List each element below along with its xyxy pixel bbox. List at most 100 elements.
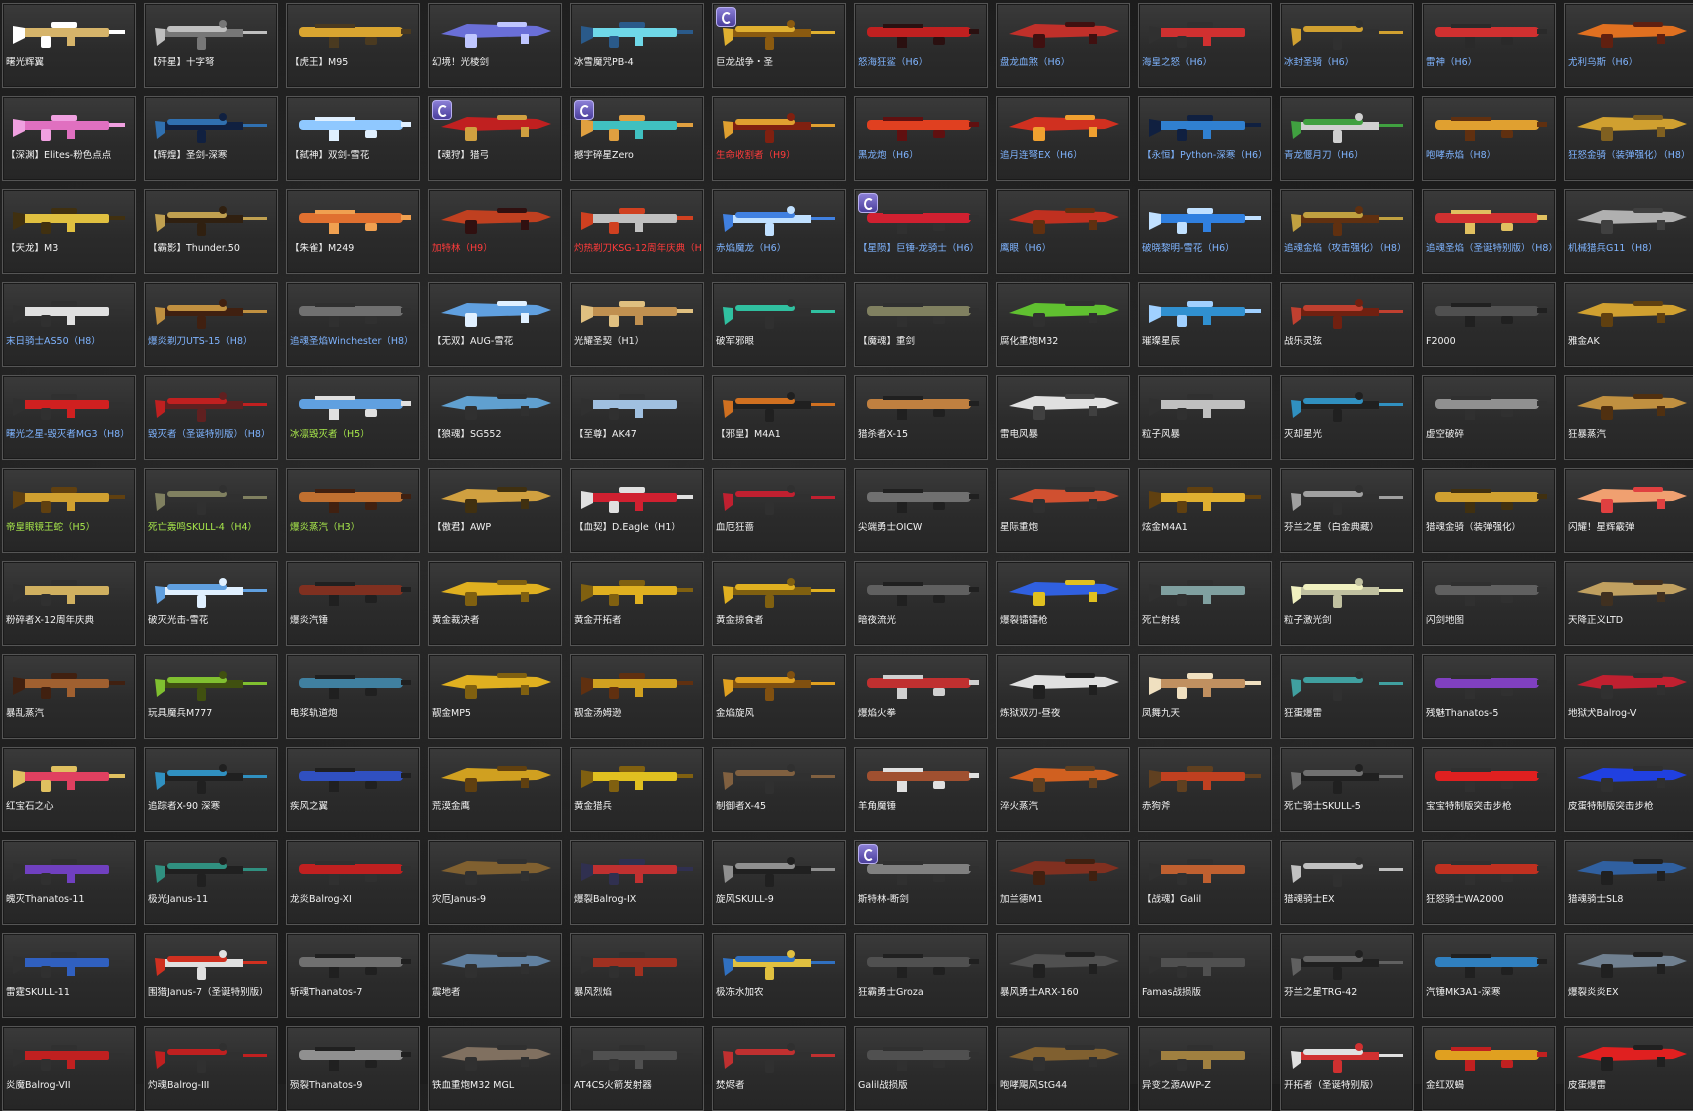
weapon-slot[interactable]: 雷神（H6） (1422, 3, 1556, 88)
weapon-slot[interactable]: 曙光辉翼 (2, 3, 136, 88)
weapon-slot[interactable]: 【至尊】AK47 (570, 375, 704, 460)
weapon-slot[interactable]: 芬兰之星（白金典藏） (1280, 468, 1414, 553)
weapon-slot[interactable]: 金红双蝎 (1422, 1026, 1556, 1111)
weapon-slot[interactable]: 黑龙炮（H6） (854, 96, 988, 181)
weapon-slot[interactable]: 加兰德M1 (996, 840, 1130, 925)
weapon-slot[interactable]: 尖端勇士OICW (854, 468, 988, 553)
weapon-slot[interactable]: 粒子风暴 (1138, 375, 1272, 460)
weapon-slot[interactable]: 开拓者（圣诞特别版） (1280, 1026, 1414, 1111)
weapon-slot[interactable]: 猎魂骑士SL8 (1564, 840, 1693, 925)
weapon-slot[interactable]: 毁灭者（圣诞特别版）（H8） (144, 375, 278, 460)
weapon-slot[interactable]: 闪剑地图 (1422, 561, 1556, 646)
weapon-slot[interactable]: 雷电风暴 (996, 375, 1130, 460)
weapon-slot[interactable]: 爆焰火拳 (854, 654, 988, 739)
weapon-slot[interactable]: 咆哮飓风StG44 (996, 1026, 1130, 1111)
weapon-slot[interactable]: 赤焰魔龙（H6） (712, 189, 846, 274)
weapon-slot[interactable]: 【战魂】Galil (1138, 840, 1272, 925)
weapon-slot[interactable]: Famas战损版 (1138, 933, 1272, 1018)
weapon-slot[interactable]: 焚烬者 (712, 1026, 846, 1111)
weapon-slot[interactable]: 怒海狂鲨（H6） (854, 3, 988, 88)
weapon-slot[interactable]: 腐化重炮M32 (996, 282, 1130, 367)
weapon-slot[interactable]: 死亡轰鸣SKULL-4（H4） (144, 468, 278, 553)
weapon-slot[interactable]: 粉碎者X-12周年庆典 (2, 561, 136, 646)
weapon-slot[interactable]: 靓金汤姆逊 (570, 654, 704, 739)
weapon-slot[interactable]: 虚空破碎 (1422, 375, 1556, 460)
weapon-slot[interactable]: 冰雪魔咒PB-4 (570, 3, 704, 88)
weapon-slot[interactable]: AT4CS火箭发射器 (570, 1026, 704, 1111)
weapon-slot[interactable]: 【弑神】双剑-雪花 (286, 96, 420, 181)
weapon-slot[interactable]: 雅金AK (1564, 282, 1693, 367)
weapon-slot[interactable]: 盘龙血煞（H6） (996, 3, 1130, 88)
weapon-slot[interactable]: 死亡骑士SKULL-5 (1280, 747, 1414, 832)
weapon-slot[interactable]: 尤利乌斯（H6） (1564, 3, 1693, 88)
weapon-slot[interactable]: 电浆轨道炮 (286, 654, 420, 739)
weapon-slot[interactable]: 粒子激光剑 (1280, 561, 1414, 646)
weapon-slot[interactable]: 旋风SKULL-9 (712, 840, 846, 925)
weapon-slot[interactable]: 爆炎剃刀UTS-15（H8） (144, 282, 278, 367)
weapon-slot[interactable]: 【永恒】Python-深寒（H6） (1138, 96, 1272, 181)
weapon-slot[interactable]: 巨龙战争・圣 (712, 3, 846, 88)
weapon-slot[interactable]: 炎魔Balrog-VII (2, 1026, 136, 1111)
weapon-slot[interactable]: 斩魂Thanatos-7 (286, 933, 420, 1018)
weapon-slot[interactable]: 金焰旋风 (712, 654, 846, 739)
weapon-slot[interactable]: 黄金裁决者 (428, 561, 562, 646)
weapon-slot[interactable]: 黄金猎兵 (570, 747, 704, 832)
weapon-slot[interactable]: 光耀圣契（H1） (570, 282, 704, 367)
weapon-slot[interactable]: 天降正义LTD (1564, 561, 1693, 646)
weapon-slot[interactable]: 追魂圣焰（圣诞特别版）（H8） (1422, 189, 1556, 274)
weapon-slot[interactable]: 爆裂炎炎EX (1564, 933, 1693, 1018)
weapon-slot[interactable]: 【歼星】十字弩 (144, 3, 278, 88)
weapon-slot[interactable]: 撼宇碎星Zero (570, 96, 704, 181)
weapon-slot[interactable]: 凤舞九天 (1138, 654, 1272, 739)
weapon-slot[interactable]: 制御者X-45 (712, 747, 846, 832)
weapon-slot[interactable]: 灾厄Janus-9 (428, 840, 562, 925)
weapon-slot[interactable]: 皮蛋特制版突击步枪 (1564, 747, 1693, 832)
weapon-slot[interactable]: 极冻水加农 (712, 933, 846, 1018)
weapon-slot[interactable]: 破灭光击-雪花 (144, 561, 278, 646)
weapon-slot[interactable]: 疾风之翼 (286, 747, 420, 832)
weapon-slot[interactable]: 追踪者X-90 深寒 (144, 747, 278, 832)
weapon-slot[interactable]: 破军邪眼 (712, 282, 846, 367)
weapon-slot[interactable]: 猎魂金骑（装弹强化） (1422, 468, 1556, 553)
weapon-slot[interactable]: 【深渊】Elites-粉色点点 (2, 96, 136, 181)
weapon-slot[interactable]: F2000 (1422, 282, 1556, 367)
weapon-slot[interactable]: 灼热剃刀KSG-12周年庆典（H9） (570, 189, 704, 274)
weapon-slot[interactable]: 【邪皇】M4A1 (712, 375, 846, 460)
weapon-slot[interactable]: 炼狱双刃-昼夜 (996, 654, 1130, 739)
weapon-slot[interactable]: 追魂金焰（攻击强化）（H8） (1280, 189, 1414, 274)
weapon-slot[interactable]: 龙炎Balrog-XI (286, 840, 420, 925)
weapon-slot[interactable]: 残魅Thanatos-5 (1422, 654, 1556, 739)
weapon-slot[interactable]: 皮蛋爆雷 (1564, 1026, 1693, 1111)
weapon-slot[interactable]: 爆裂Balrog-IX (570, 840, 704, 925)
weapon-slot[interactable]: 狂怒骑士WA2000 (1422, 840, 1556, 925)
weapon-slot[interactable]: 极光Janus-11 (144, 840, 278, 925)
weapon-slot[interactable]: 荒漠金鹰 (428, 747, 562, 832)
weapon-slot[interactable]: 猎杀者X-15 (854, 375, 988, 460)
weapon-slot[interactable]: 鹰眼（H6） (996, 189, 1130, 274)
weapon-slot[interactable]: 冰凛毁灭者（H5） (286, 375, 420, 460)
weapon-slot[interactable]: 爆炎汽锤 (286, 561, 420, 646)
weapon-slot[interactable]: 狂暴蒸汽 (1564, 375, 1693, 460)
weapon-slot[interactable]: 灭却星光 (1280, 375, 1414, 460)
weapon-slot[interactable]: 暴乱蒸汽 (2, 654, 136, 739)
weapon-slot[interactable]: 爆裂镭镭枪 (996, 561, 1130, 646)
weapon-slot[interactable]: 死亡射线 (1138, 561, 1272, 646)
weapon-slot[interactable]: 追魂圣焰Winchester（H8） (286, 282, 420, 367)
weapon-slot[interactable]: 灼魂Balrog-III (144, 1026, 278, 1111)
weapon-slot[interactable]: 靓金MP5 (428, 654, 562, 739)
weapon-slot[interactable]: 红宝石之心 (2, 747, 136, 832)
weapon-slot[interactable]: 宝宝特制版突击步枪 (1422, 747, 1556, 832)
weapon-slot[interactable]: 追月连弩EX（H6） (996, 96, 1130, 181)
weapon-slot[interactable]: 黄金掠食者 (712, 561, 846, 646)
weapon-slot[interactable]: 爆炎蒸汽（H3） (286, 468, 420, 553)
weapon-slot[interactable]: 震地者 (428, 933, 562, 1018)
weapon-slot[interactable]: 【霸影】Thunder.50 (144, 189, 278, 274)
weapon-slot[interactable]: 羊角魔锤 (854, 747, 988, 832)
weapon-slot[interactable]: 咆哮赤焰（H8） (1422, 96, 1556, 181)
weapon-slot[interactable]: 暗夜流光 (854, 561, 988, 646)
weapon-slot[interactable]: 【星陨】巨锤-龙骑士（H6） (854, 189, 988, 274)
weapon-slot[interactable]: 星际重炮 (996, 468, 1130, 553)
weapon-slot[interactable]: 末日骑士AS50（H8） (2, 282, 136, 367)
weapon-slot[interactable]: 璀璨星辰 (1138, 282, 1272, 367)
weapon-slot[interactable]: 炫金M4A1 (1138, 468, 1272, 553)
